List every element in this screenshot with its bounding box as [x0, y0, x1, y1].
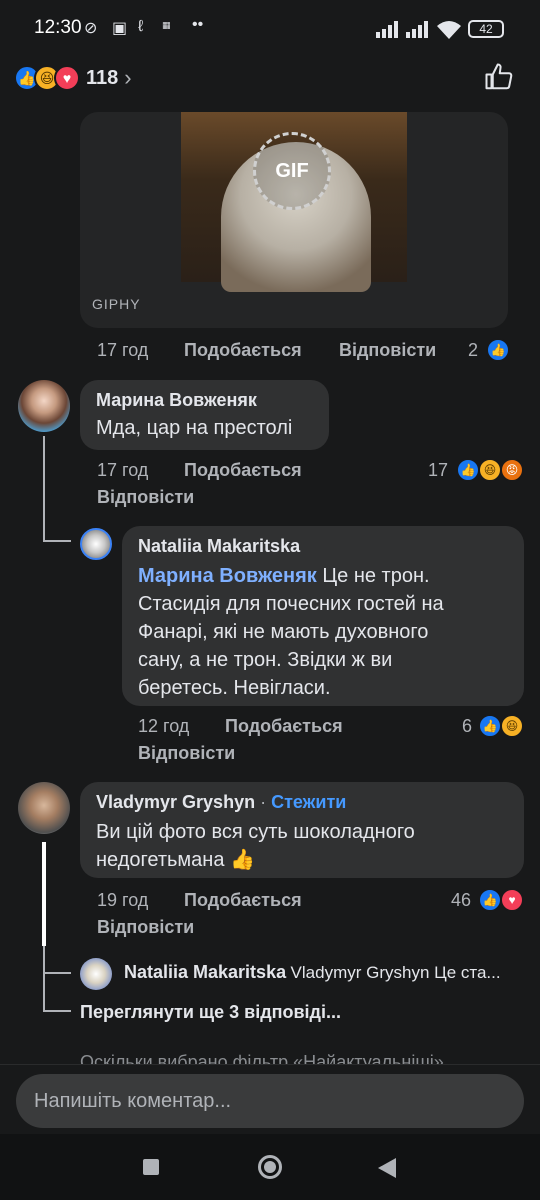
- gif-comment-card[interactable]: GIF GIPHY: [80, 112, 508, 328]
- wifi-icon: [437, 21, 461, 39]
- comment-line-2: недогетьмана: [96, 849, 225, 871]
- gif-comment-actions: 17 год Подобається Відповісти 2 👍: [0, 338, 540, 364]
- gif-image[interactable]: GIF: [181, 112, 407, 292]
- comment-header: Vladymyr Gryshyn · Стежити: [96, 792, 346, 813]
- like-link[interactable]: Подобається: [184, 340, 302, 361]
- reply-link[interactable]: Відповісти: [97, 487, 194, 508]
- reply-bubble-nataliia[interactable]: Nataliia Makaritska Марина Вовженяк Це н…: [122, 526, 524, 706]
- like-reaction-icon: 👍: [478, 888, 502, 912]
- reply-line-3: Фанарі, які не мають духовного: [138, 621, 429, 643]
- comment-text: Мда, цар на престолі: [96, 417, 293, 439]
- notification-icon: ▣: [112, 20, 128, 37]
- app-icon: ℓ: [138, 18, 144, 35]
- avatar-nataliia-preview[interactable]: [80, 958, 112, 990]
- reply-text: Марина Вовженяк Це не трон. Стасидія для…: [138, 562, 518, 702]
- comment-author[interactable]: Марина Вовженяк: [96, 390, 257, 411]
- status-time: 12:30: [34, 17, 82, 38]
- like-reaction-icon: 👍: [478, 714, 502, 738]
- like-reaction-icon: 👍: [456, 458, 480, 482]
- comment-author[interactable]: Vladymyr Gryshyn: [96, 792, 255, 812]
- thread-line: [42, 842, 46, 946]
- follow-link[interactable]: Стежити: [271, 792, 346, 812]
- comment-time: 17 год: [97, 340, 149, 360]
- like-reaction-icon: 👍: [486, 338, 510, 362]
- temu-icon: ▦: [162, 20, 171, 30]
- reply-preview[interactable]: Nataliia Makaritska Vladymyr Gryshyn Це …: [124, 962, 524, 983]
- recents-button-icon[interactable]: [143, 1159, 159, 1175]
- avatar-marina[interactable]: [18, 380, 70, 432]
- reply-time: 12 год: [138, 716, 190, 736]
- thumbs-up-emoji: 👍: [230, 849, 255, 871]
- view-more-replies-link[interactable]: Переглянути ще 3 відповіді...: [80, 1002, 341, 1023]
- reaction-count[interactable]: 17: [428, 460, 448, 481]
- love-reaction-icon: ♥: [54, 65, 80, 91]
- reply-link[interactable]: Відповісти: [97, 917, 194, 938]
- comment-bubble-vladymyr[interactable]: Vladymyr Gryshyn · Стежити Ви цій фото в…: [80, 782, 524, 878]
- reply-link[interactable]: Відповісти: [138, 743, 235, 764]
- vladymyr-comment-actions: 19 год Подобається 46 👍 ♥ Відповісти: [0, 888, 540, 944]
- avatar-nataliia[interactable]: [80, 528, 112, 560]
- like-link[interactable]: Подобається: [184, 890, 302, 911]
- gif-play-badge[interactable]: GIF: [253, 132, 331, 210]
- reaction-count[interactable]: 6: [462, 716, 472, 737]
- dnd-icon: ⊘: [84, 20, 98, 37]
- reaction-count[interactable]: 46: [451, 890, 471, 911]
- reply-line-1: Це не трон.: [316, 565, 430, 587]
- back-button-icon[interactable]: [378, 1158, 396, 1178]
- reaction-count: 118: [86, 66, 119, 89]
- avatar-vladymyr[interactable]: [18, 782, 70, 834]
- mention-link[interactable]: Марина Вовженяк: [138, 565, 317, 587]
- marina-comment-actions: 17 год Подобається 17 👍 😆 😡 Відповісти: [0, 458, 540, 514]
- comment-line-1: Ви цій фото вся суть шоколадного: [96, 821, 415, 843]
- status-bar: 12:30 ⊘ ▣ ℓ ▦ •• 42: [0, 0, 540, 58]
- reply-line-2: Стасидія для почесних гостей на: [138, 593, 444, 615]
- reply-line-4: сану, а не трон. Звідки ж ви: [138, 649, 393, 671]
- comment-bubble-marina[interactable]: Марина Вовженяк Мда, цар на престолі: [80, 380, 329, 450]
- reply-author[interactable]: Nataliia Makaritska: [138, 536, 300, 557]
- reply-preview-snippet: Vladymyr Gryshyn Це ста...: [290, 963, 501, 982]
- reactions-summary[interactable]: 👍 😆 ♥ 118 ›: [14, 62, 132, 94]
- nataliia-reply-actions: 12 год Подобається 6 👍 😆 Відповісти: [0, 714, 540, 770]
- comment-time: 17 год: [97, 460, 149, 480]
- battery-indicator: 42: [468, 20, 504, 38]
- thread-connector: [43, 1010, 71, 1012]
- system-nav-bar: [0, 1134, 540, 1200]
- reply-line-5: беретесь. Невігласи.: [138, 677, 331, 699]
- reply-link[interactable]: Відповісти: [339, 340, 436, 361]
- like-button-icon[interactable]: [484, 62, 514, 92]
- reply-preview-author[interactable]: Nataliia Makaritska: [124, 962, 286, 982]
- like-link[interactable]: Подобається: [225, 716, 343, 737]
- gif-badge-label: GIF: [275, 159, 309, 182]
- haha-reaction-icon: 😆: [500, 714, 524, 738]
- comment-input-placeholder: Напишіть коментар...: [34, 1089, 232, 1112]
- thread-connector: [43, 972, 71, 974]
- signal-icon-2: [406, 21, 428, 38]
- comment-text: Ви цій фото вся суть шоколадного недогет…: [96, 818, 516, 874]
- home-button-icon[interactable]: [258, 1155, 282, 1179]
- signal-icon-1: [376, 21, 398, 38]
- battery-level: 42: [479, 22, 493, 36]
- more-notifications-icon: ••: [192, 16, 204, 33]
- comment-time: 19 год: [97, 890, 149, 910]
- thread-line: [43, 436, 45, 542]
- comment-input[interactable]: Напишіть коментар...: [16, 1074, 524, 1128]
- love-reaction-icon: ♥: [500, 888, 524, 912]
- separator-dot: ·: [255, 792, 272, 812]
- thread-line: [43, 946, 45, 1012]
- giphy-attribution: GIPHY: [92, 296, 141, 312]
- haha-reaction-icon: 😆: [478, 458, 502, 482]
- like-link[interactable]: Подобається: [184, 460, 302, 481]
- angry-reaction-icon: 😡: [500, 458, 524, 482]
- chevron-right-icon: ›: [124, 65, 132, 90]
- thread-connector: [43, 540, 71, 542]
- reaction-count[interactable]: 2: [468, 340, 478, 361]
